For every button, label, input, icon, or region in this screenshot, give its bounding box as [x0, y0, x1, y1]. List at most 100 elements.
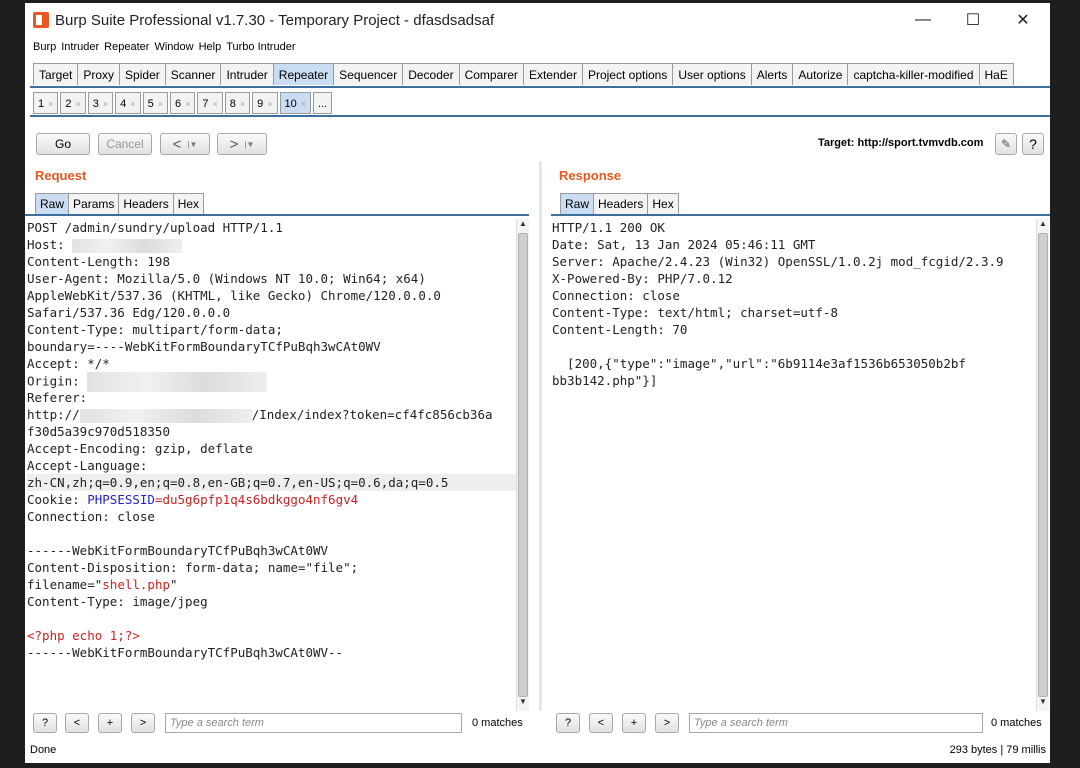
- response-editor[interactable]: HTTP/1.1 200 OK Date: Sat, 13 Jan 2024 0…: [552, 219, 1034, 711]
- repeater-tab[interactable]: 6 ×: [169, 92, 196, 114]
- tab-intruder[interactable]: Intruder: [220, 63, 274, 85]
- scroll-up-icon[interactable]: ▲: [1037, 219, 1049, 233]
- repeater-tab-underline: [30, 115, 1050, 117]
- tab-comparer[interactable]: Comparer: [458, 63, 524, 85]
- repeater-tab[interactable]: 8 ×: [224, 92, 251, 114]
- tab-proxy[interactable]: Proxy: [77, 63, 121, 85]
- repeater-tab[interactable]: 9 ×: [252, 92, 278, 114]
- response-search-add-button[interactable]: +: [622, 713, 646, 733]
- cancel-button[interactable]: Cancel: [98, 133, 152, 155]
- go-button[interactable]: Go: [36, 133, 90, 155]
- tab-scanner[interactable]: Scanner: [164, 63, 222, 85]
- request-line: Accept-Encoding: gzip, deflate: [27, 441, 253, 456]
- request-search-prev-button[interactable]: <: [65, 713, 89, 733]
- scroll-up-icon[interactable]: ▲: [517, 219, 529, 233]
- back-button[interactable]: < |▼: [160, 133, 210, 155]
- tab-extender[interactable]: Extender: [522, 63, 583, 85]
- repeater-tab[interactable]: 7 ×: [197, 92, 223, 114]
- response-scrollbar[interactable]: ▲ ▼: [1036, 219, 1049, 711]
- close-tab-icon[interactable]: ×: [212, 99, 217, 109]
- tab-repeater[interactable]: Repeater: [272, 63, 335, 85]
- response-tab-raw[interactable]: Raw: [560, 193, 595, 215]
- request-search-input[interactable]: [165, 713, 462, 733]
- response-tab-headers[interactable]: Headers: [593, 193, 649, 215]
- help-button[interactable]: ?: [1022, 133, 1044, 155]
- close-tab-icon[interactable]: ×: [267, 99, 272, 109]
- repeater-tab[interactable]: 4 ×: [115, 92, 141, 114]
- edit-target-button[interactable]: ✎: [995, 133, 1017, 155]
- response-search-input[interactable]: [689, 713, 983, 733]
- close-tab-icon[interactable]: ×: [103, 99, 108, 109]
- response-tab-underline: [551, 214, 1050, 216]
- forward-button[interactable]: > |▼: [217, 133, 267, 155]
- menu-turbo-intruder[interactable]: Turbo Intruder: [226, 41, 295, 53]
- repeater-tab-active[interactable]: 10 ×: [279, 92, 312, 114]
- repeater-tab[interactable]: 1 ×: [33, 92, 59, 114]
- response-search-prev-button[interactable]: <: [589, 713, 613, 733]
- tab-hae[interactable]: HaE: [978, 63, 1014, 85]
- maximize-button[interactable]: ☐: [950, 3, 996, 37]
- filename-value: shell.php: [102, 577, 170, 592]
- request-line: Content-Length: 198: [27, 254, 170, 269]
- request-tab-params[interactable]: Params: [68, 193, 120, 215]
- tab-target[interactable]: Target: [33, 63, 79, 85]
- response-search-next-button[interactable]: >: [655, 713, 679, 733]
- request-line: ------WebKitFormBoundaryTCfPuBqh3wCAt0WV…: [27, 645, 344, 660]
- response-line: Connection: close: [552, 288, 680, 303]
- close-tab-icon[interactable]: ×: [301, 99, 306, 109]
- response-help-button[interactable]: ?: [556, 713, 580, 733]
- close-tab-icon[interactable]: ×: [158, 99, 163, 109]
- request-tab-raw[interactable]: Raw: [35, 193, 70, 215]
- menu-intruder[interactable]: Intruder: [61, 41, 99, 53]
- split-divider[interactable]: [539, 161, 542, 711]
- request-line: [27, 610, 517, 627]
- tab-project-options[interactable]: Project options: [581, 63, 674, 85]
- tab-spider[interactable]: Spider: [119, 63, 166, 85]
- menu-help[interactable]: Help: [199, 41, 222, 53]
- tab-alerts[interactable]: Alerts: [750, 63, 794, 85]
- menu-repeater[interactable]: Repeater: [104, 41, 149, 53]
- response-line: Date: Sat, 13 Jan 2024 05:46:11 GMT: [552, 237, 816, 252]
- request-tab-bar: Raw Params Headers Hex: [35, 193, 205, 215]
- scroll-down-icon[interactable]: ▼: [517, 697, 529, 711]
- close-tab-icon[interactable]: ×: [240, 99, 245, 109]
- response-tab-hex[interactable]: Hex: [647, 193, 679, 215]
- tab-user-options[interactable]: User options: [672, 63, 752, 85]
- close-tab-icon[interactable]: ×: [185, 99, 190, 109]
- tab-captcha-killer[interactable]: captcha-killer-modified: [847, 63, 980, 85]
- request-line: Safari/537.36 Edg/120.0.0.0: [27, 305, 231, 320]
- request-title: Request: [35, 168, 87, 183]
- request-help-button[interactable]: ?: [33, 713, 57, 733]
- minimize-button[interactable]: —: [900, 3, 946, 37]
- response-match-count: 0 matches: [991, 717, 1042, 729]
- tab-autorize[interactable]: Autorize: [792, 63, 849, 85]
- back-arrow-icon: <: [172, 135, 182, 153]
- scroll-thumb[interactable]: [518, 233, 528, 697]
- tab-decoder[interactable]: Decoder: [402, 63, 460, 85]
- request-line: Content-Type: image/jpeg: [27, 594, 208, 609]
- tab-sequencer[interactable]: Sequencer: [333, 63, 404, 85]
- close-tab-icon[interactable]: ×: [130, 99, 135, 109]
- request-scrollbar[interactable]: ▲ ▼: [516, 219, 529, 711]
- close-button[interactable]: ✕: [1000, 3, 1046, 37]
- repeater-tab[interactable]: 2 ×: [60, 92, 86, 114]
- request-search-add-button[interactable]: +: [98, 713, 122, 733]
- main-tab-bar: Target Proxy Spider Scanner Intruder Rep…: [33, 63, 1014, 86]
- scroll-down-icon[interactable]: ▼: [1037, 697, 1049, 711]
- request-line-highlighted: zh-CN,zh;q=0.9,en;q=0.8,en-GB;q=0.7,en-U…: [27, 474, 517, 491]
- close-tab-icon[interactable]: ×: [76, 99, 81, 109]
- tab-underline: [30, 86, 1050, 88]
- close-tab-icon[interactable]: ×: [48, 99, 53, 109]
- new-repeater-tab[interactable]: ...: [313, 92, 333, 114]
- status-bar: Done 293 bytes | 79 millis: [25, 738, 1050, 763]
- request-tab-headers[interactable]: Headers: [118, 193, 174, 215]
- menu-window[interactable]: Window: [154, 41, 193, 53]
- request-search-next-button[interactable]: >: [131, 713, 155, 733]
- repeater-tab[interactable]: 5 ×: [142, 92, 168, 114]
- repeater-tab[interactable]: 3 ×: [87, 92, 114, 114]
- scroll-thumb[interactable]: [1038, 233, 1048, 697]
- request-editor[interactable]: POST /admin/sundry/upload HTTP/1.1 Host:…: [27, 219, 517, 711]
- request-tab-hex[interactable]: Hex: [172, 193, 205, 215]
- request-line: boundary=----WebKitFormBoundaryTCfPuBqh3…: [27, 339, 381, 354]
- menu-burp[interactable]: Burp: [33, 41, 56, 53]
